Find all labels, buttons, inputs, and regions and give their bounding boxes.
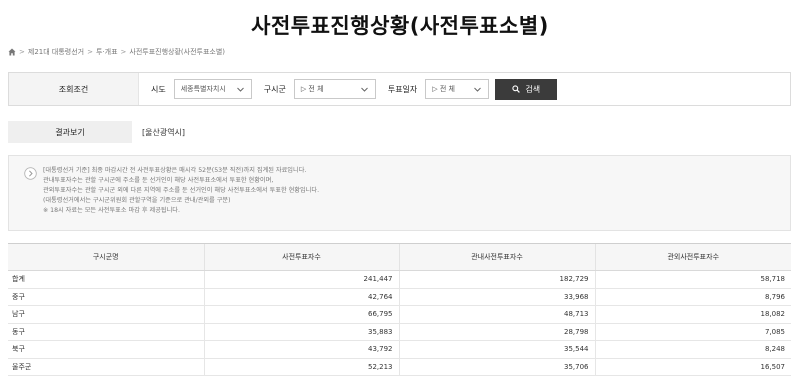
- search-section-label: 조회조건: [9, 73, 139, 105]
- chevron-right-circle-icon: [24, 165, 37, 180]
- early-voters-cell: 52,213: [203, 358, 399, 376]
- in-district-cell: 35,706: [398, 358, 595, 376]
- sido-label: 시도: [151, 84, 166, 94]
- notice-text: [대통령선거 기준] 최종 마감시간 전 사전투표상황은 매시각 52분(53분…: [43, 166, 319, 216]
- table-header-row: 구시군명 사전투표자수 관내사전투표자수 관외사전투표자수: [8, 243, 791, 271]
- early-voters-cell: 35,883: [203, 323, 399, 341]
- table-row: 북구 43,792 35,544 8,248: [8, 340, 791, 359]
- date-select[interactable]: ▷ 전 체: [425, 79, 490, 99]
- in-district-cell: 35,544: [398, 340, 595, 359]
- gusi-select-value: ▷ 전 체: [300, 85, 324, 93]
- gusi-select[interactable]: ▷ 전 체: [293, 79, 376, 99]
- early-voters-cell: 241,447: [203, 270, 399, 289]
- early-voters-cell: 66,795: [203, 305, 399, 324]
- header-early-voters: 사전투표자수: [203, 243, 399, 271]
- table-row: 동구 35,883 28,798 7,085: [8, 323, 791, 341]
- early-voters-cell: 43,792: [203, 340, 399, 359]
- in-district-cell: 28,798: [398, 323, 595, 341]
- notice-line: 관외투표자수는 관할 구시군 외에 다른 지역에 주소를 둔 선거인이 해당 사…: [43, 187, 320, 194]
- notice-line: 관내투표자수는 관할 구시군에 주소를 둔 선거인이 해당 사전투표소에서 투표…: [43, 177, 274, 184]
- district-cell: 북구: [8, 340, 204, 359]
- breadcrumb: > 제21대 대통령선거 > 투·개표 > 사전투표진행상황(사전투표소별): [8, 47, 225, 57]
- table-row: 합계 241,447 182,729 58,718: [8, 270, 791, 289]
- header-out-district-voters: 관외사전투표자수: [594, 243, 791, 271]
- chevron-down-icon: [360, 85, 369, 94]
- search-panel: 조회조건 시도 세종특별자치시 구시군 ▷ 전 체 투표일자 ▷ 전 체 검색: [8, 72, 791, 106]
- table-row: 울주군 52,213 35,706 16,507: [8, 358, 791, 376]
- district-cell: 남구: [8, 305, 204, 324]
- out-district-cell: 8,796: [594, 288, 791, 306]
- header-in-district-voters: 관내사전투표자수: [398, 243, 595, 271]
- out-district-cell: 18,082: [594, 305, 791, 324]
- table-row: 중구 42,764 33,968 8,796: [8, 288, 791, 306]
- notice-line: ※ 18시 자료는 모든 사전투표소 마감 후 제공됩니다.: [43, 207, 180, 214]
- result-bar: 결과보기 [울산광역시]: [8, 121, 791, 143]
- chevron-down-icon: [473, 85, 482, 94]
- notice-box: [대통령선거 기준] 최종 마감시간 전 사전투표상황은 매시각 52분(53분…: [8, 155, 791, 231]
- breadcrumb-separator: >: [87, 48, 93, 56]
- results-table: 구시군명 사전투표자수 관내사전투표자수 관외사전투표자수 합계 241,447…: [8, 243, 791, 376]
- header-district: 구시군명: [8, 243, 204, 271]
- district-cell: 합계: [8, 270, 204, 289]
- page-title: 사전투표진행상황(사전투표소별): [251, 14, 549, 38]
- table-row: 남구 66,795 48,713 18,082: [8, 305, 791, 324]
- early-voters-cell: 42,764: [203, 288, 399, 306]
- out-district-cell: 58,718: [594, 270, 791, 289]
- date-label: 투표일자: [387, 84, 418, 94]
- out-district-cell: 7,085: [594, 323, 791, 341]
- district-cell: 울주군: [8, 358, 204, 376]
- result-label: 결과보기: [8, 121, 132, 143]
- district-cell: 동구: [8, 323, 204, 341]
- in-district-cell: 48,713: [398, 305, 595, 324]
- in-district-cell: 182,729: [398, 270, 595, 289]
- sido-select-value: 세종특별자치시: [180, 85, 226, 93]
- notice-line: [대통령선거 기준] 최종 마감시간 전 사전투표상황은 매시각 52분(53분…: [43, 167, 307, 174]
- chevron-down-icon: [236, 85, 245, 94]
- breadcrumb-item[interactable]: 제21대 대통령선거: [28, 47, 84, 57]
- home-icon[interactable]: [8, 48, 16, 56]
- result-value: [울산광역시]: [142, 127, 186, 137]
- search-button-label: 검색: [525, 84, 541, 94]
- in-district-cell: 33,968: [398, 288, 595, 306]
- out-district-cell: 16,507: [594, 358, 791, 376]
- sido-select[interactable]: 세종특별자치시: [173, 79, 252, 99]
- search-button[interactable]: 검색: [495, 78, 558, 100]
- gusi-label: 구시군: [263, 84, 286, 94]
- out-district-cell: 8,248: [594, 340, 791, 359]
- breadcrumb-separator: >: [120, 48, 127, 56]
- date-select-value: ▷ 전 체: [432, 85, 455, 93]
- breadcrumb-separator: >: [19, 48, 25, 56]
- district-cell: 중구: [8, 288, 204, 306]
- search-icon: [512, 85, 521, 93]
- notice-line: (대통령선거에서는 구시군위원회 관할구역을 기준으로 관내/관외를 구분): [43, 197, 231, 204]
- breadcrumb-item-current: 사전투표진행상황(사전투표소별): [129, 48, 226, 56]
- breadcrumb-item[interactable]: 투·개표: [96, 47, 118, 57]
